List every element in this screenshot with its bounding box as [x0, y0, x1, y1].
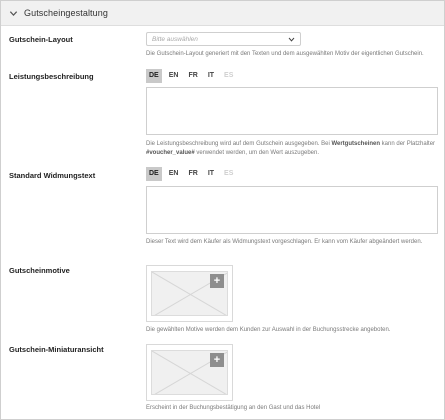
thumbnail-image-upload[interactable]: + — [146, 344, 233, 401]
layout-select-placeholder: Bitte auswählen — [152, 35, 198, 43]
dedication-tab-es: ES — [224, 170, 234, 177]
motives-help: Die gewählten Motive werden dem Kunden z… — [146, 327, 391, 333]
dedication-language-tabs: DE EN FR IT ES — [146, 167, 240, 181]
chevron-down-icon[interactable] — [9, 9, 18, 18]
description-tab-it[interactable]: IT — [205, 69, 217, 83]
description-label: Leistungsbeschreibung — [9, 72, 94, 81]
panel-header[interactable]: Gutscheingestaltung — [1, 1, 444, 26]
motives-label: Gutscheinmotive — [9, 266, 70, 275]
layout-help: Die Gutschein-Layout generiert mit den T… — [146, 51, 424, 57]
layout-label: Gutschein-Layout — [9, 35, 73, 44]
motives-image-upload[interactable]: + — [146, 265, 233, 322]
description-help-bold-2: #voucher_value# — [146, 149, 195, 156]
panel-title: Gutscheingestaltung — [24, 8, 108, 18]
description-tab-fr[interactable]: FR — [185, 69, 200, 83]
chevron-down-icon — [288, 37, 295, 42]
description-help: Die Leistungsbeschreibung wird auf dem G… — [146, 141, 436, 156]
dedication-tab-it[interactable]: IT — [205, 167, 217, 181]
dedication-help: Dieser Text wird dem Käufer als Widmungs… — [146, 239, 423, 245]
dedication-tab-fr[interactable]: FR — [185, 167, 200, 181]
description-language-tabs: DE EN FR IT ES — [146, 69, 240, 83]
description-tab-en[interactable]: EN — [166, 69, 182, 83]
thumbnail-label: Gutschein-Miniaturansicht — [9, 345, 104, 354]
layout-select[interactable]: Bitte auswählen — [146, 32, 301, 46]
add-motive-button[interactable]: + — [210, 274, 224, 288]
description-textarea[interactable] — [146, 87, 438, 135]
add-thumbnail-button[interactable]: + — [210, 353, 224, 367]
dedication-tab-en[interactable]: EN — [166, 167, 182, 181]
dedication-label: Standard Widmungstext — [9, 171, 96, 180]
description-tab-de[interactable]: DE — [146, 69, 162, 83]
voucher-design-panel: Gutscheingestaltung Gutschein-Layout Bit… — [0, 0, 445, 420]
thumbnail-help: Erscheint in der Buchungsbestätigung an … — [146, 405, 321, 411]
dedication-tab-de[interactable]: DE — [146, 167, 162, 181]
description-help-bold-1: Wertgutscheinen — [331, 141, 381, 147]
description-tab-es: ES — [224, 72, 234, 79]
dedication-textarea[interactable] — [146, 186, 438, 234]
